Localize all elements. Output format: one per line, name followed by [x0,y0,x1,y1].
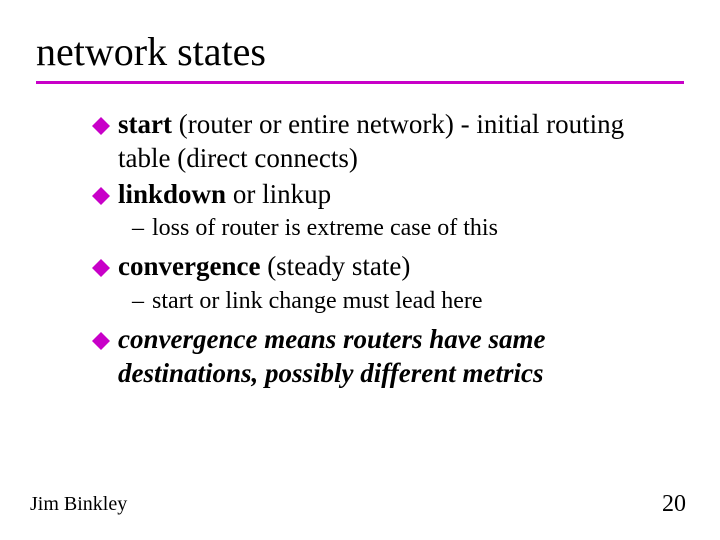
diamond-bullet-icon [92,187,110,205]
slide: network states start (router or entire n… [0,0,720,391]
bullet-item: convergence means routers have same dest… [92,323,656,391]
bullet-item: convergence (steady state) [92,250,656,284]
sub-bullet-item: – start or link change must lead here [92,286,656,317]
bullet-text: convergence (steady state) [118,250,656,284]
diamond-bullet-icon [92,332,110,350]
bullet-item: linkdown or linkup [92,178,656,212]
sub-bullet-text: start or link change must lead here [152,286,656,317]
bullet-strong: convergence [118,324,257,354]
footer-page-number: 20 [662,491,686,518]
slide-body: start (router or entire network) - initi… [36,108,684,391]
sub-bullet-text: loss of router is extreme case of this [152,213,656,244]
bullet-strong: start [118,109,172,139]
footer-author: Jim Binkley [30,493,127,516]
sub-bullet-item: – loss of router is extreme case of this [92,213,656,244]
diamond-bullet-icon [92,117,110,135]
diamond-bullet-icon [92,259,110,277]
bullet-strong: convergence [118,251,260,281]
dash-bullet-icon: – [132,286,144,317]
bullet-item: start (router or entire network) - initi… [92,108,656,176]
bullet-strong: linkdown [118,179,226,209]
bullet-text: linkdown or linkup [118,178,656,212]
title-underline [36,81,684,84]
bullet-rest: or linkup [226,179,331,209]
dash-bullet-icon: – [132,213,144,244]
bullet-rest: (steady state) [260,251,410,281]
bullet-rest: (router or entire network) - initial rou… [118,109,624,173]
slide-title: network states [36,28,684,75]
bullet-text: convergence means routers have same dest… [118,323,656,391]
bullet-text: start (router or entire network) - initi… [118,108,656,176]
